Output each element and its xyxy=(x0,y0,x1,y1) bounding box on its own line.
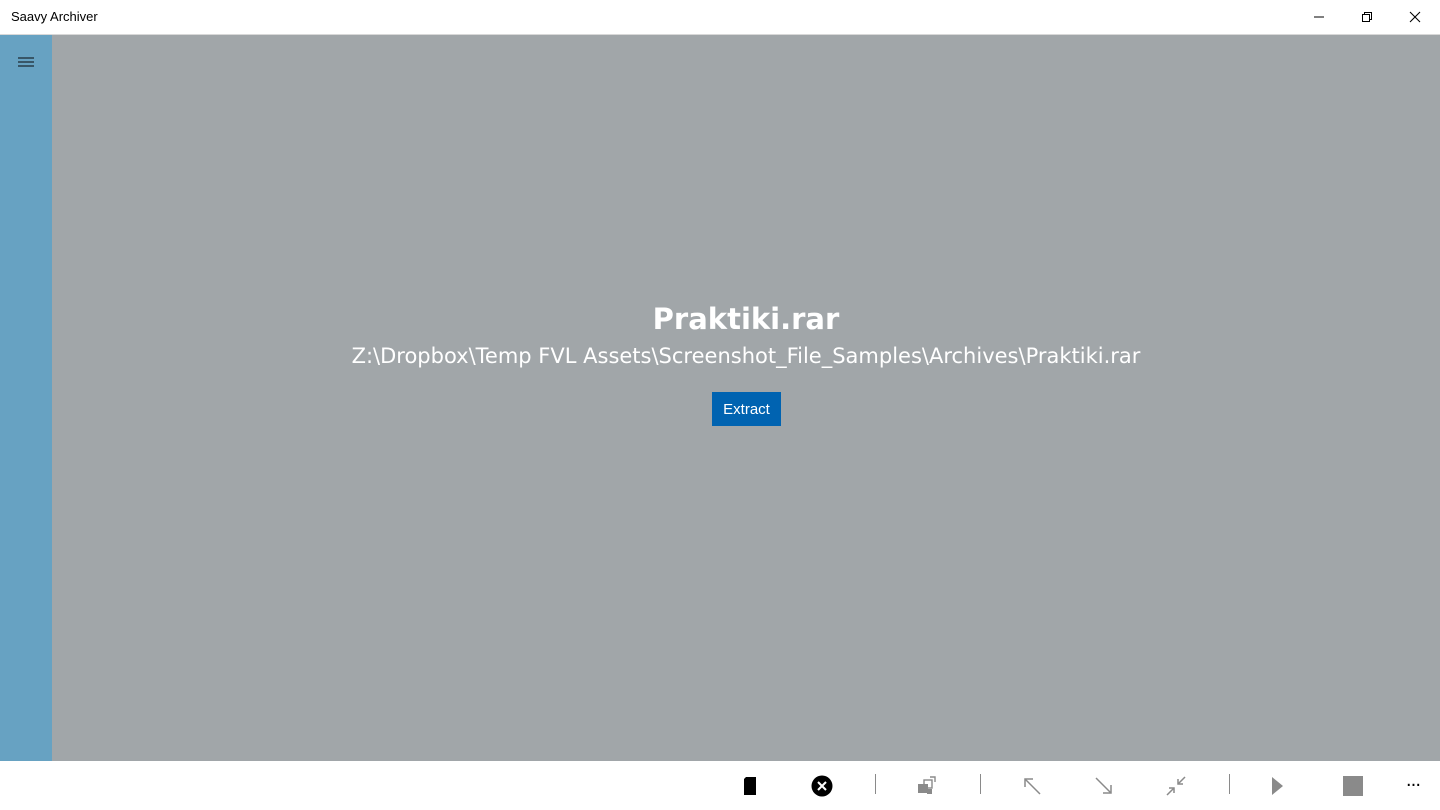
app-title: Saavy Archiver xyxy=(11,9,98,24)
hamburger-icon xyxy=(18,57,34,67)
arrow-down-right-button[interactable] xyxy=(1090,773,1118,799)
app-window: Saavy Archiver Praktiki.rar Z:\Dropbox\T… xyxy=(0,0,1440,810)
swap-icon xyxy=(918,776,936,794)
close-archive-button[interactable] xyxy=(808,773,836,799)
minimize-icon xyxy=(1314,16,1324,18)
arrow-down-right-icon xyxy=(1095,777,1112,794)
main-content: Praktiki.rar Z:\Dropbox\Temp FVL Assets\… xyxy=(52,35,1440,761)
restore-button[interactable] xyxy=(1344,0,1390,34)
archive-name: Praktiki.rar xyxy=(652,302,840,336)
new-archive-button[interactable] xyxy=(737,773,765,799)
separator xyxy=(1229,774,1230,794)
close-button[interactable] xyxy=(1392,0,1438,34)
arrow-up-left-icon xyxy=(1024,778,1041,795)
archive-path: Z:\Dropbox\Temp FVL Assets\Screenshot_Fi… xyxy=(351,344,1141,368)
close-icon xyxy=(1409,11,1421,23)
separator xyxy=(875,774,876,794)
arrow-up-left-button[interactable] xyxy=(1018,773,1046,799)
new-archive-icon xyxy=(744,777,756,795)
stop-icon xyxy=(1343,776,1363,796)
play-button[interactable] xyxy=(1263,773,1291,799)
side-navigation xyxy=(0,35,52,761)
hamburger-menu-button[interactable] xyxy=(0,47,52,77)
swap-button[interactable] xyxy=(913,773,941,799)
extract-button[interactable]: Extract xyxy=(712,392,781,426)
separator xyxy=(980,774,981,794)
more-icon: ··· xyxy=(1405,775,1421,796)
title-bar[interactable]: Saavy Archiver xyxy=(0,0,1440,35)
more-button[interactable]: ··· xyxy=(1399,773,1427,799)
collapse-icon xyxy=(1166,776,1186,796)
command-bar: ··· xyxy=(0,761,1440,810)
minimize-button[interactable] xyxy=(1296,0,1342,34)
close-archive-icon xyxy=(811,775,833,797)
archive-info: Praktiki.rar Z:\Dropbox\Temp FVL Assets\… xyxy=(52,299,1440,373)
stop-button[interactable] xyxy=(1339,773,1367,799)
restore-icon xyxy=(1362,12,1372,22)
collapse-button[interactable] xyxy=(1162,773,1190,799)
play-icon xyxy=(1272,777,1283,795)
